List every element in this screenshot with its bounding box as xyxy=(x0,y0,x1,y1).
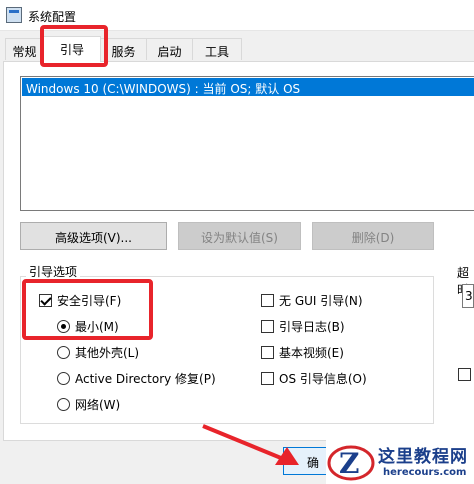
tab-general[interactable]: 常规 xyxy=(5,38,44,60)
os-list-item[interactable]: Windows 10 (C:\WINDOWS) : 当前 OS; 默认 OS xyxy=(22,78,474,96)
os-boot-info-checkbox[interactable]: OS 引导信息(O) xyxy=(261,370,367,386)
radio-icon xyxy=(57,398,70,411)
arrow-icon xyxy=(202,424,299,465)
base-video-checkbox[interactable]: 基本视频(E) xyxy=(261,344,344,360)
radio-icon xyxy=(57,372,70,385)
tab-services[interactable]: 服务 xyxy=(100,38,147,60)
watermark-title: 这里教程网 xyxy=(378,447,468,467)
checkbox-icon xyxy=(261,320,274,333)
minimal-radio[interactable]: 最小(M) xyxy=(57,318,119,334)
svg-text:Z: Z xyxy=(339,447,359,480)
z-logo-icon: Z xyxy=(327,445,375,481)
title-bar: 系统配置 xyxy=(0,0,474,31)
watermark-url: herecours.com xyxy=(383,467,467,478)
checkbox-icon xyxy=(261,294,274,307)
checkbox-icon xyxy=(261,346,274,359)
radio-selected-icon xyxy=(57,320,70,333)
advanced-options-button[interactable]: 高级选项(V)... xyxy=(20,222,167,250)
timeout-input[interactable]: 3 xyxy=(462,284,474,308)
os-list[interactable]: Windows 10 (C:\WINDOWS) : 当前 OS; 默认 OS xyxy=(20,76,474,211)
make-permanent-checkbox[interactable] xyxy=(458,368,471,381)
watermark: Z 这里教程网 herecours.com xyxy=(326,440,474,484)
network-label: 网络(W) xyxy=(75,398,121,412)
set-default-button[interactable]: 设为默认值(S) xyxy=(178,222,301,250)
alternate-shell-label: 其他外壳(L) xyxy=(75,346,140,360)
boot-log-label: 引导日志(B) xyxy=(279,320,345,334)
base-video-label: 基本视频(E) xyxy=(279,346,344,360)
network-radio[interactable]: 网络(W) xyxy=(57,396,120,412)
no-gui-boot-label: 无 GUI 引导(N) xyxy=(279,294,363,308)
safe-boot-checkbox[interactable]: 安全引导(F) xyxy=(39,292,121,308)
boot-options-label: 引导选项 xyxy=(26,263,81,280)
checkbox-icon xyxy=(261,372,274,385)
tab-tools[interactable]: 工具 xyxy=(192,38,242,60)
minimal-label: 最小(M) xyxy=(75,320,119,334)
tab-boot[interactable]: 引导 xyxy=(43,36,101,62)
active-directory-radio[interactable]: Active Directory 修复(P) xyxy=(57,370,216,386)
delete-button[interactable]: 删除(D) xyxy=(312,222,434,250)
radio-icon xyxy=(57,346,70,359)
alternate-shell-radio[interactable]: 其他外壳(L) xyxy=(57,344,139,360)
boot-log-checkbox[interactable]: 引导日志(B) xyxy=(261,318,345,334)
window-title: 系统配置 xyxy=(28,10,77,24)
os-boot-info-label: OS 引导信息(O) xyxy=(279,372,367,386)
checkbox-checked-icon xyxy=(39,294,52,307)
safe-boot-label: 安全引导(F) xyxy=(57,294,122,308)
tab-startup[interactable]: 启动 xyxy=(146,38,193,60)
system-config-icon xyxy=(6,7,22,23)
no-gui-boot-checkbox[interactable]: 无 GUI 引导(N) xyxy=(261,292,363,308)
active-directory-label: Active Directory 修复(P) xyxy=(75,372,216,386)
